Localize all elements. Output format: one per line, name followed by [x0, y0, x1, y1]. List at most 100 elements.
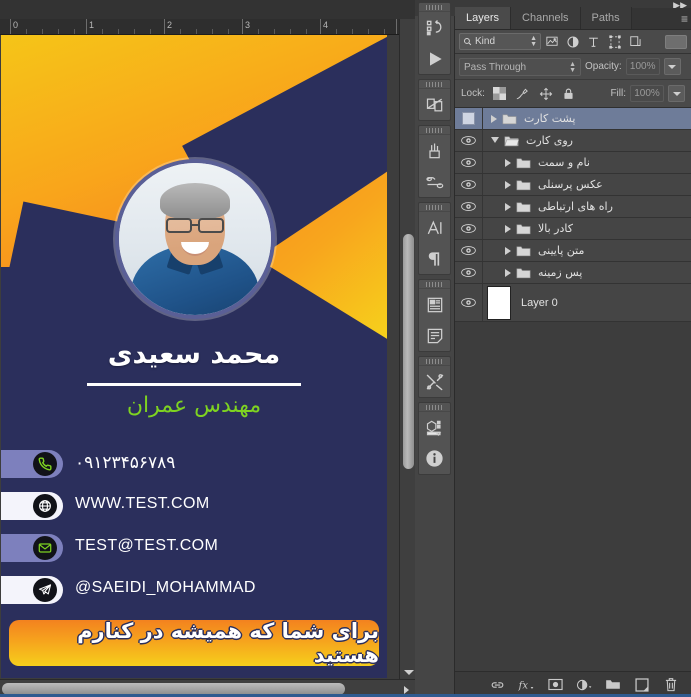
- eye-icon: [461, 268, 476, 277]
- lock-image-pixels-icon[interactable]: [515, 86, 531, 102]
- layer-comps-icon[interactable]: [419, 289, 450, 320]
- layer-visibility-toggle[interactable]: [455, 152, 483, 173]
- add-layer-style-icon[interactable]: fx: [518, 677, 534, 693]
- fill-value[interactable]: 100%: [630, 85, 664, 102]
- paragraph-icon[interactable]: [419, 243, 450, 274]
- layer-visibility-toggle[interactable]: [455, 174, 483, 195]
- scroll-right-arrow-icon[interactable]: [404, 686, 409, 694]
- layer-list[interactable]: پشت کارت روی کارت نام و سمت عکس پرسنلی ر…: [455, 108, 691, 661]
- vertical-scroll-thumb[interactable]: [403, 234, 414, 469]
- tools-icon[interactable]: [419, 366, 450, 397]
- layer-name: پس زمینه: [538, 266, 583, 279]
- tab-channels[interactable]: Channels: [511, 7, 581, 29]
- type-filter-icon[interactable]: [583, 32, 604, 52]
- add-layer-mask-icon[interactable]: [547, 677, 563, 693]
- tab-paths[interactable]: Paths: [580, 7, 632, 29]
- notes-icon[interactable]: [419, 320, 450, 351]
- new-adjustment-layer-icon[interactable]: [576, 677, 592, 693]
- lock-all-icon[interactable]: [561, 86, 577, 102]
- table-row[interactable]: پشت کارت: [455, 108, 691, 130]
- pixel-filter-icon[interactable]: [541, 32, 562, 52]
- layer-name: Layer 0: [521, 296, 558, 309]
- opacity-slider-button[interactable]: [663, 58, 681, 75]
- history-icon[interactable]: [419, 12, 450, 43]
- chevron-updown-icon[interactable]: ▲ ▼: [530, 35, 537, 48]
- table-row[interactable]: نام و سمت: [455, 152, 691, 174]
- dock-group-type: [418, 202, 451, 275]
- new-group-icon[interactable]: [605, 677, 621, 693]
- layer-name: عکس پرسنلی: [538, 178, 603, 191]
- chevron-right-icon[interactable]: [505, 180, 511, 189]
- chevron-updown-icon[interactable]: ▲ ▼: [569, 61, 576, 74]
- chevron-right-icon[interactable]: [505, 246, 511, 255]
- table-row[interactable]: پس زمینه: [455, 262, 691, 284]
- 3d-icon[interactable]: [419, 412, 450, 443]
- scroll-down-arrow-icon[interactable]: [404, 670, 414, 675]
- chevron-right-icon[interactable]: [505, 224, 511, 233]
- chevron-right-icon[interactable]: [505, 268, 511, 277]
- folder-open-icon: [504, 136, 519, 146]
- dock-grip[interactable]: [419, 126, 450, 135]
- phone-icon: [33, 452, 57, 476]
- layer-visibility-toggle[interactable]: [455, 240, 483, 261]
- dock-grip[interactable]: [419, 357, 450, 366]
- opacity-value[interactable]: 100%: [625, 58, 660, 75]
- panel-menu-icon[interactable]: ≡: [681, 12, 688, 26]
- layer-visibility-toggle[interactable]: [455, 196, 483, 217]
- layer-visibility-toggle[interactable]: [455, 108, 483, 129]
- dock-grip[interactable]: [419, 203, 450, 212]
- adjustment-filter-icon[interactable]: [562, 32, 583, 52]
- dock-group-paths: [418, 79, 451, 121]
- canvas-area[interactable]: 0 1 2 3 4 5: [0, 0, 415, 697]
- play-icon[interactable]: [419, 43, 450, 74]
- info-icon[interactable]: [419, 443, 450, 474]
- chevron-right-icon[interactable]: [491, 114, 497, 123]
- filter-kind-select[interactable]: Kind ▲ ▼: [459, 33, 541, 50]
- dock-grip[interactable]: [419, 280, 450, 289]
- chevron-right-icon[interactable]: [505, 202, 511, 211]
- folder-icon: [516, 158, 531, 168]
- layer-visibility-toggle[interactable]: [455, 218, 483, 239]
- ruler-label-2: 2: [167, 20, 173, 30]
- lock-position-icon[interactable]: [538, 86, 554, 102]
- chevron-right-icon[interactable]: [505, 158, 511, 167]
- tab-layers[interactable]: Layers: [455, 7, 512, 29]
- layer-name: کادر بالا: [538, 222, 573, 235]
- new-layer-icon[interactable]: [634, 677, 650, 693]
- dock-grip[interactable]: [419, 3, 450, 12]
- dock-group-history: [418, 2, 451, 75]
- character-icon[interactable]: [419, 212, 450, 243]
- table-row[interactable]: Layer 0: [455, 284, 691, 322]
- card-bottom-banner: برای شما که همیشه در کنارم هستید: [9, 619, 379, 667]
- filter-toggle-switch[interactable]: [665, 34, 687, 49]
- eye-icon: [461, 158, 476, 167]
- link-layers-icon[interactable]: [489, 677, 505, 693]
- business-card-document[interactable]: محمد سعیدی مهندس عمران ۰۹۱۲۳۴۵۶۷۸۹ WWW.T…: [1, 35, 387, 678]
- dock-grip[interactable]: [419, 80, 450, 89]
- layer-visibility-toggle[interactable]: [455, 262, 483, 283]
- smart-object-filter-icon[interactable]: [625, 32, 646, 52]
- table-row[interactable]: کادر بالا: [455, 218, 691, 240]
- layer-thumbnail[interactable]: [487, 285, 511, 320]
- table-row[interactable]: عکس پرسنلی: [455, 174, 691, 196]
- blend-mode-select[interactable]: Pass Through ▲ ▼: [459, 57, 581, 76]
- table-row[interactable]: متن پایینی: [455, 240, 691, 262]
- delete-layer-icon[interactable]: [663, 677, 679, 693]
- eye-icon: [461, 298, 476, 307]
- table-row[interactable]: راه های ارتباطی: [455, 196, 691, 218]
- svg-text:fx: fx: [518, 680, 528, 691]
- layer-visibility-toggle[interactable]: [455, 130, 483, 151]
- table-row[interactable]: روی کارت: [455, 130, 691, 152]
- dock-grip[interactable]: [419, 403, 450, 412]
- lock-transparent-pixels-icon[interactable]: [492, 86, 508, 102]
- paths-icon[interactable]: [419, 89, 450, 120]
- fill-slider-button[interactable]: [668, 85, 685, 102]
- brushes-icon[interactable]: [419, 135, 450, 166]
- shape-filter-icon[interactable]: [604, 32, 625, 52]
- fill-group: Fill: 100%: [610, 85, 685, 102]
- tool-presets-icon[interactable]: [419, 166, 450, 197]
- layer-visibility-toggle[interactable]: [455, 284, 483, 321]
- horizontal-ruler[interactable]: 0 1 2 3 4 5: [0, 19, 415, 35]
- canvas-vertical-scrollbar[interactable]: [399, 19, 415, 679]
- chevron-down-icon[interactable]: [491, 137, 499, 147]
